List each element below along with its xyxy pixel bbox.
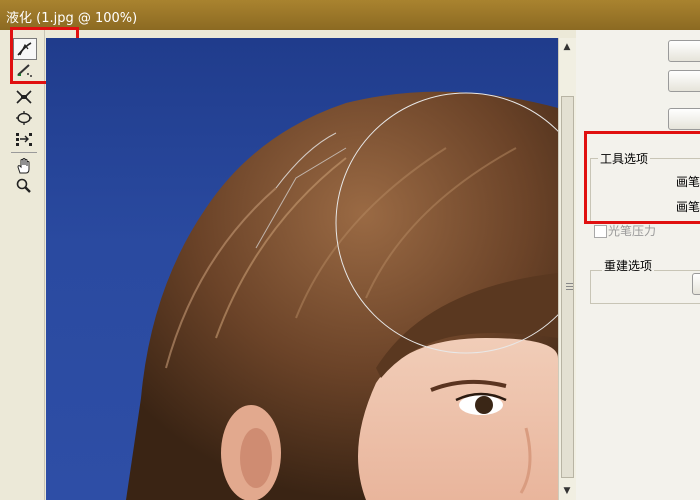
reconstruct-icon[interactable] <box>13 60 35 80</box>
panel-button-2[interactable] <box>668 70 700 92</box>
tool-bar <box>0 30 45 500</box>
forward-warp-icon[interactable] <box>13 38 37 60</box>
stylus-pressure-checkbox[interactable] <box>594 225 607 238</box>
pucker-icon[interactable] <box>13 87 35 107</box>
scrollbar-thumb[interactable] <box>561 96 574 478</box>
tool-separator <box>11 152 37 153</box>
title-bar[interactable]: 液化 (1.jpg @ 100%) <box>0 0 700 30</box>
scroll-down-icon[interactable]: ▼ <box>562 486 572 496</box>
stylus-pressure-label: 光笔压力 <box>608 224 657 238</box>
window-title: 液化 (1.jpg @ 100%) <box>6 11 138 26</box>
preview-canvas[interactable] <box>46 38 558 500</box>
zoom-icon[interactable] <box>13 176 35 196</box>
tool-options-title: 工具选项 <box>598 150 651 167</box>
brush-size-label: 画笔 <box>676 175 700 189</box>
push-left-icon[interactable] <box>13 129 35 149</box>
reconstruct-button[interactable] <box>692 273 700 295</box>
hand-icon[interactable] <box>13 156 35 176</box>
scroll-up-icon[interactable]: ▲ <box>562 42 572 52</box>
brush-density-label: 画笔 <box>676 200 700 214</box>
options-panel: 工具选项 画笔 画笔 光笔压力 重建选项 <box>576 30 700 500</box>
bloat-icon[interactable] <box>13 108 35 128</box>
panel-button-3[interactable] <box>668 108 700 130</box>
reconstruct-options-title: 重建选项 <box>602 257 655 274</box>
reconstruct-options-group <box>590 270 700 304</box>
panel-button-1[interactable] <box>668 40 700 62</box>
portrait-image <box>126 91 558 500</box>
vertical-scrollbar[interactable]: ▲ ▼ <box>558 38 576 500</box>
